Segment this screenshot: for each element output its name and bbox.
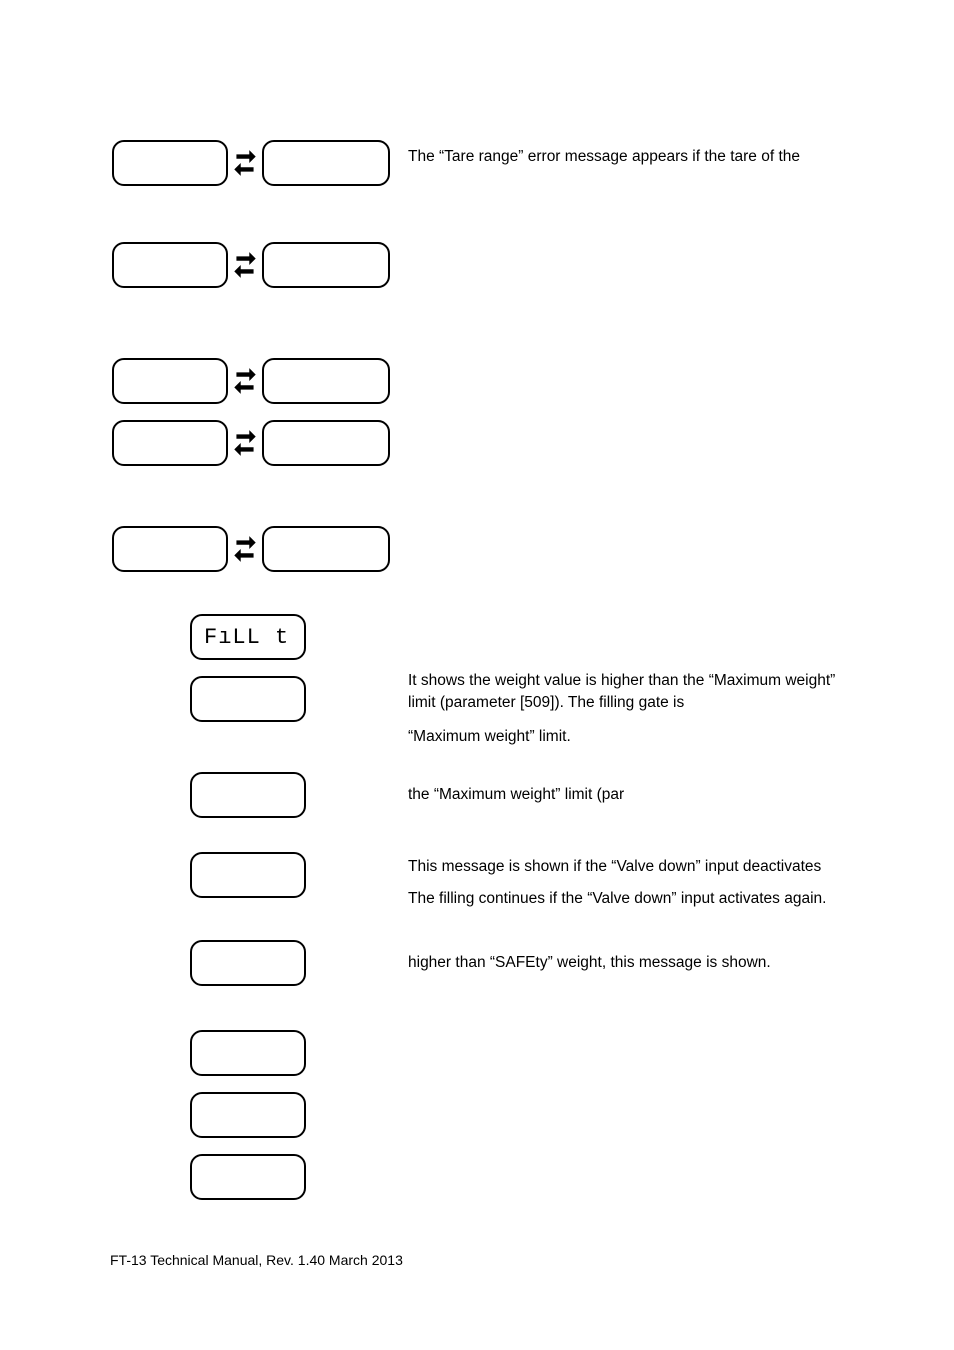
swap-icon <box>232 366 258 396</box>
body-text-1: The “Tare range” error message appears i… <box>408 146 848 168</box>
lcd-display-left-5 <box>112 526 228 572</box>
lcd-display-s8 <box>190 1154 306 1200</box>
body-text-s4b: The filling continues if the “Valve down… <box>408 888 858 910</box>
lcd-display-right-3 <box>262 358 390 404</box>
body-text-s4a: This message is shown if the “Valve down… <box>408 856 848 878</box>
swap-icon <box>232 534 258 564</box>
lcd-display-s6 <box>190 1030 306 1076</box>
lcd-display-s2 <box>190 676 306 722</box>
swap-icon <box>232 250 258 280</box>
swap-icon <box>232 428 258 458</box>
lcd-display-right-5 <box>262 526 390 572</box>
lcd-display-s7 <box>190 1092 306 1138</box>
lcd-display-s5 <box>190 940 306 986</box>
lcd-display-s4 <box>190 852 306 898</box>
body-text-s2b: “Maximum weight” limit. <box>408 726 838 748</box>
body-text-s2a: It shows the weight value is higher than… <box>408 670 838 713</box>
footer-text: FT-13 Technical Manual, Rev. 1.40 March … <box>110 1252 403 1268</box>
lcd-display-s3 <box>190 772 306 818</box>
swap-icon <box>232 148 258 178</box>
lcd-display-left-3 <box>112 358 228 404</box>
lcd-display-right-1 <box>262 140 390 186</box>
lcd-display-left-4 <box>112 420 228 466</box>
lcd-display-right-4 <box>262 420 390 466</box>
lcd-display-left-2 <box>112 242 228 288</box>
lcd-display-left-1 <box>112 140 228 186</box>
lcd-display-fill-t: FıLL t <box>190 614 306 660</box>
body-text-s5: higher than “SAFEty” weight, this messag… <box>408 952 838 974</box>
body-text-s3: the “Maximum weight” limit (par <box>408 784 838 806</box>
lcd-display-right-2 <box>262 242 390 288</box>
